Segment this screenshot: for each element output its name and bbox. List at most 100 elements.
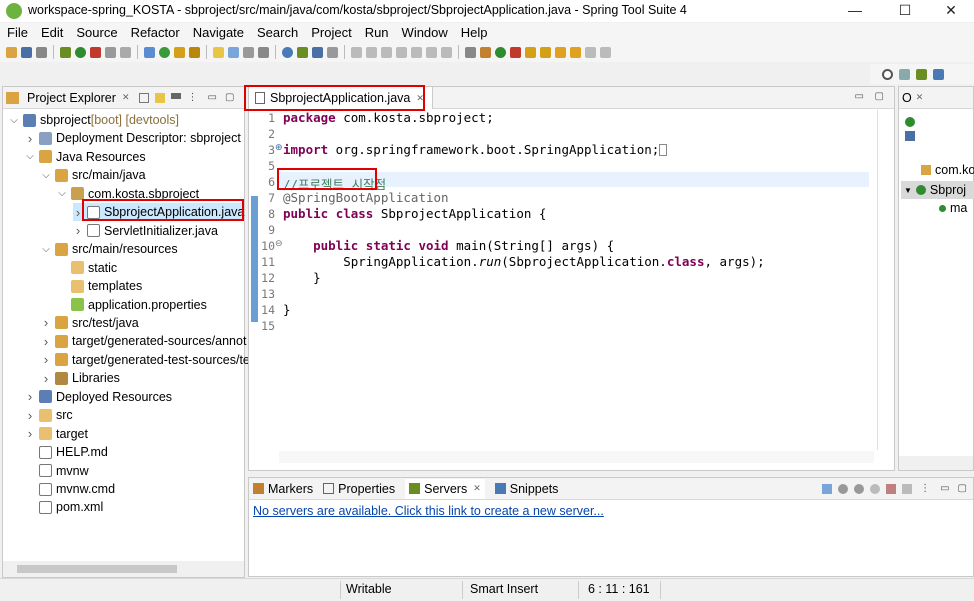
tree-item[interactable]: › target/generated-sources/annot <box>41 332 247 350</box>
maximize-view-icon[interactable]: ▢ <box>225 92 234 103</box>
tab-servers[interactable]: Servers ✕ <box>405 478 485 499</box>
boot-dashboard-icon[interactable] <box>297 46 308 58</box>
chevron-right-icon[interactable]: › <box>25 131 35 146</box>
resume-icon[interactable] <box>351 46 362 58</box>
code-line-8[interactable]: public class SbprojectApplication { <box>283 206 546 221</box>
view-menu-icon[interactable]: ⋮ <box>920 483 930 494</box>
terminate-icon[interactable] <box>381 46 392 58</box>
maximize-view-icon[interactable]: ▢ <box>958 483 967 494</box>
create-server-link[interactable]: No servers are available. Click this lin… <box>253 504 604 518</box>
pin-icon[interactable] <box>600 46 611 58</box>
menu-refactor[interactable]: Refactor <box>124 23 186 42</box>
editor-horizontal-scrollbar[interactable] <box>279 451 874 463</box>
step-over-icon[interactable] <box>411 46 422 58</box>
search-tool-icon[interactable] <box>189 46 200 58</box>
show-whitespace-icon[interactable] <box>243 46 254 58</box>
tree-item[interactable]: mvnw.cmd <box>25 480 115 498</box>
code-line-7[interactable]: @SpringBootApplication <box>283 190 449 205</box>
chevron-right-icon[interactable]: › <box>25 389 35 404</box>
chevron-right-icon[interactable]: › <box>25 426 35 441</box>
explorer-horizontal-scrollbar[interactable] <box>3 561 244 577</box>
paragraph-icon[interactable] <box>258 46 269 58</box>
close-icon[interactable]: ✕ <box>916 92 924 103</box>
drop-to-frame-icon[interactable] <box>441 46 452 58</box>
open-perspective-icon[interactable] <box>899 68 910 80</box>
java-ee-perspective-icon[interactable] <box>916 68 927 80</box>
tab-snippets[interactable]: Snippets <box>494 482 558 496</box>
toggle-mark-icon[interactable] <box>213 46 224 58</box>
menu-navigate[interactable]: Navigate <box>186 23 250 42</box>
menu-run[interactable]: Run <box>358 23 395 42</box>
java-perspective-icon[interactable] <box>933 68 944 80</box>
menu-window[interactable]: Window <box>395 23 454 42</box>
project-explorer-tab[interactable]: Project Explorer <box>23 91 116 105</box>
new-icon[interactable] <box>6 46 17 58</box>
tree-item[interactable]: › target/generated-test-sources/te <box>41 351 250 369</box>
code-line-11[interactable]: SpringApplication.run(SbprojectApplicati… <box>283 254 764 269</box>
stop-icon[interactable] <box>105 46 116 58</box>
suspend-icon[interactable] <box>366 46 377 58</box>
outline-method[interactable]: ma <box>939 201 967 215</box>
next-annotation-icon[interactable] <box>525 46 536 58</box>
tree-item[interactable]: › src <box>25 406 73 424</box>
tree-item[interactable]: pom.xml <box>25 498 103 516</box>
tab-properties[interactable]: Properties <box>323 482 395 496</box>
minimize-view-icon[interactable]: ▭ <box>940 483 949 494</box>
expand-fold-icon[interactable]: ⊕ <box>275 142 283 153</box>
menu-project[interactable]: Project <box>304 23 357 42</box>
back-icon[interactable] <box>570 46 581 58</box>
chevron-right-icon[interactable]: › <box>41 352 51 367</box>
code-line-3[interactable]: import org.springframework.boot.SpringAp… <box>283 142 668 157</box>
tree-item[interactable]: HELP.md <box>25 443 108 461</box>
chevron-right-icon[interactable]: › <box>41 315 51 330</box>
code-line-10[interactable]: public static void main(String[] args) { <box>283 238 614 253</box>
tree-item[interactable]: › Deployment Descriptor: sbproject <box>25 129 241 147</box>
save-icon[interactable] <box>21 46 32 58</box>
code-line-14[interactable]: } <box>283 302 291 317</box>
outline-tab[interactable]: O <box>899 91 912 105</box>
menu-source[interactable]: Source <box>69 23 123 42</box>
debug-server-icon[interactable] <box>838 483 849 494</box>
tree-item[interactable]: ⌵ src/main/resources <box>41 240 177 258</box>
coverage-icon[interactable] <box>480 46 491 58</box>
expand-icon[interactable]: ▼ <box>904 186 912 195</box>
web-browser-icon[interactable] <box>282 46 293 58</box>
tree-item[interactable]: application.properties <box>57 296 207 314</box>
outline-toggle-icon[interactable] <box>465 46 476 58</box>
stop-server-icon[interactable] <box>886 483 897 494</box>
tree-item[interactable]: ⌵ src/main/java <box>41 166 145 184</box>
minimize-view-icon[interactable]: ▭ <box>207 92 216 103</box>
tab-markers[interactable]: Markers <box>253 482 313 496</box>
chevron-down-icon[interactable]: ⌵ <box>41 244 51 255</box>
code-line-1[interactable]: package com.kosta.sbproject; <box>283 110 494 125</box>
chevron-right-icon[interactable]: › <box>25 408 35 423</box>
view-menu-icon[interactable]: ⋮ <box>187 92 197 103</box>
code-line-12[interactable]: } <box>283 270 321 285</box>
chevron-right-icon[interactable]: › <box>41 334 51 349</box>
external-tools-icon[interactable] <box>90 46 101 58</box>
profile-server-icon[interactable] <box>870 483 881 494</box>
menu-search[interactable]: Search <box>250 23 304 42</box>
maximize-button[interactable]: ☐ <box>882 0 928 22</box>
collapse-icon[interactable] <box>822 483 833 494</box>
console-icon[interactable] <box>312 46 323 58</box>
collapse-fold-icon[interactable]: ⊖ <box>275 238 283 249</box>
filter-icon[interactable] <box>171 92 182 103</box>
run-icon[interactable] <box>75 46 86 58</box>
tree-item[interactable]: ⌵ sbproject [boot] [devtools] <box>9 111 179 129</box>
menu-help[interactable]: Help <box>454 23 494 42</box>
publish-icon[interactable] <box>902 483 913 494</box>
search-icon[interactable] <box>882 68 893 80</box>
disconnect-icon[interactable] <box>120 46 131 58</box>
tree-item[interactable]: templates <box>57 277 142 295</box>
step-return-icon[interactable] <box>426 46 437 58</box>
forward-icon[interactable] <box>585 46 596 58</box>
tree-item[interactable]: › Libraries <box>41 369 120 387</box>
tree-item[interactable]: ⌵ Java Resources <box>25 148 145 166</box>
tree-item[interactable]: › src/test/java <box>41 314 139 332</box>
outline-package[interactable]: com.ko <box>921 163 974 177</box>
close-icon[interactable]: ✕ <box>122 92 130 103</box>
maximize-view-icon[interactable]: ▢ <box>875 91 884 102</box>
chevron-down-icon[interactable]: ⌵ <box>41 170 51 181</box>
hide-fields-icon[interactable] <box>905 131 915 141</box>
